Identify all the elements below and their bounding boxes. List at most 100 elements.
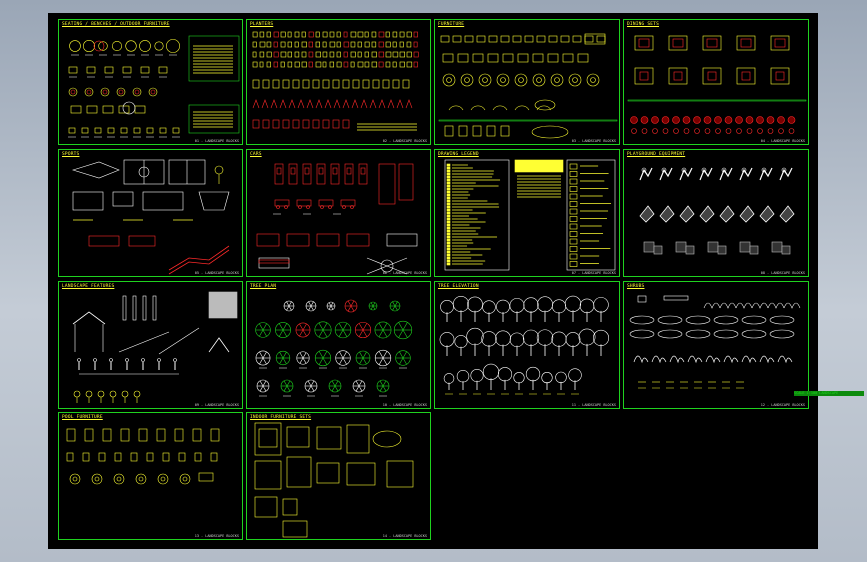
tree-branch <box>330 302 334 307</box>
pot-icon <box>312 119 320 129</box>
planter-icon <box>399 31 405 38</box>
umbrella-icon <box>69 473 81 485</box>
sport-field-icon <box>71 161 120 179</box>
panel-sports[interactable]: SPORTS 05 - LANDSCAPE BLOCKS <box>58 149 243 277</box>
planter-icon <box>371 41 377 48</box>
tree-branch <box>378 329 384 338</box>
umbrella-pole <box>182 476 188 482</box>
panel-tree-elevation[interactable]: TREE ELEVATION 11 - LANDSCAPE BLOCKS <box>434 281 620 409</box>
dining-table-core <box>707 71 717 81</box>
umbrella-pole <box>94 476 100 482</box>
dining-table-core <box>774 38 786 48</box>
pool-chair-icon <box>178 452 186 462</box>
lounge-set-icon <box>386 460 414 488</box>
panel-furniture[interactable]: FURNITURE 03 - LANDSCAPE BLOCKS <box>434 19 620 145</box>
legend-swatch <box>446 241 451 245</box>
dining-round-icon <box>478 73 492 87</box>
lamp-icon <box>97 390 105 398</box>
legend-symbol <box>569 216 578 222</box>
dining-round-icon <box>586 73 600 87</box>
seat-icon <box>154 41 164 51</box>
panel-legend[interactable]: DRAWING LEGEND 07 - LANDSCAPE BLOCKS <box>434 149 620 277</box>
dining-set-icon <box>286 426 310 448</box>
pot-icon <box>292 119 300 129</box>
planter-elevation-icon <box>315 99 323 109</box>
panel-pool-furniture[interactable]: POOL FURNITURE 13 - LANDSCAPE BLOCKS <box>58 412 243 540</box>
red-shrub-icon <box>778 128 784 134</box>
hedge-plan-icon <box>657 315 683 325</box>
stool-core <box>102 89 108 95</box>
pot-icon <box>342 79 350 89</box>
car-plan-icon <box>256 233 280 247</box>
stool-icon <box>100 87 110 97</box>
post-icon <box>122 295 127 321</box>
block-group-seating <box>68 35 240 138</box>
legend-swatch <box>446 163 451 167</box>
planter-icon <box>385 61 391 68</box>
legend-symbol <box>569 253 578 260</box>
tree-branch <box>302 329 307 337</box>
planter-icon <box>343 51 348 58</box>
block-group-pool <box>66 428 220 485</box>
planter-icon <box>399 41 404 48</box>
tree-branch <box>382 329 388 338</box>
red-shrub-icon <box>673 128 679 134</box>
planter-icon <box>273 61 279 68</box>
panel-playground[interactable]: PLAYGROUND EQUIPMENT 08 - LANDSCAPE BLOC… <box>623 149 809 277</box>
tree-branch <box>322 322 328 331</box>
court-icon <box>142 191 184 211</box>
sport-post-icon <box>214 165 224 175</box>
bench-icon <box>68 66 78 74</box>
play-equipment-icon <box>659 205 675 223</box>
panel-tree-plan[interactable]: TREE PLAN 10 - LANDSCAPE BLOCKS <box>246 281 431 409</box>
tree-branch <box>342 329 348 337</box>
planter-icon <box>406 41 412 48</box>
tree-branch <box>259 351 264 359</box>
legend-symbol <box>569 246 578 252</box>
block-group-tree-plan <box>255 299 413 397</box>
planter-icon <box>350 51 356 58</box>
stool-icon <box>116 87 126 97</box>
lounger-icon <box>500 125 510 137</box>
tree-branch <box>372 305 376 310</box>
panel-cars[interactable]: CARS 06 - LANDSCAPE BLOCKS <box>246 149 431 277</box>
red-shrub-icon <box>631 128 637 134</box>
dining-set-icon <box>668 67 688 85</box>
panel-dining-sets[interactable]: DINING SETS 04 - LANDSCAPE BLOCKS <box>623 19 809 145</box>
pot-icon <box>252 119 260 129</box>
tree-branch <box>398 322 404 331</box>
tree-branch <box>282 329 288 337</box>
red-shrub-icon <box>715 128 721 134</box>
legend-symbol <box>569 208 578 215</box>
tree-elevation-icon <box>537 296 553 313</box>
tree-elevation-icon <box>513 372 525 384</box>
lounger-icon <box>458 125 468 137</box>
shrub-elevation-icon <box>751 302 769 309</box>
tree-branch <box>283 385 288 392</box>
planter-icon <box>371 61 378 68</box>
planter-icon <box>406 31 412 38</box>
bollard-top <box>141 358 145 362</box>
umbrella-icon <box>135 473 147 485</box>
dining-table <box>536 77 542 83</box>
tree-branch <box>308 305 312 311</box>
pot-icon <box>352 79 360 89</box>
panel-indoor-furniture[interactable]: INDOOR FURNITURE SETS 14 - LANDSCAPE BLO… <box>246 412 431 540</box>
dining-round-icon <box>568 73 582 87</box>
panel-landscape-features[interactable]: LANDSCAPE FEATURES 09 - LANDSCAPE BLOCKS <box>58 281 243 409</box>
panel-shrubs[interactable]: SHRUBS 12 - LANDSCAPE BLOCKS <box>623 281 809 409</box>
tree-branch <box>342 323 348 331</box>
panel-planters[interactable]: PLANTERS 02 - LANDSCAPE BLOCKS <box>246 19 431 145</box>
legend-symbol <box>569 186 578 192</box>
tree-branch <box>355 385 360 392</box>
shrub-icon <box>723 355 739 364</box>
shrub-elevation-icon <box>719 302 737 309</box>
planter-icon <box>378 61 384 68</box>
tree-branch <box>382 351 388 359</box>
tree-elevation-icon <box>482 363 500 380</box>
red-shrub-icon <box>693 116 701 124</box>
panel-seating[interactable]: SEATING / BENCHES / OUTDOOR FURNITURE 01… <box>58 19 243 145</box>
shrub-icon <box>705 355 721 364</box>
dining-set-icon <box>736 35 756 51</box>
car-side-icon <box>296 199 312 207</box>
